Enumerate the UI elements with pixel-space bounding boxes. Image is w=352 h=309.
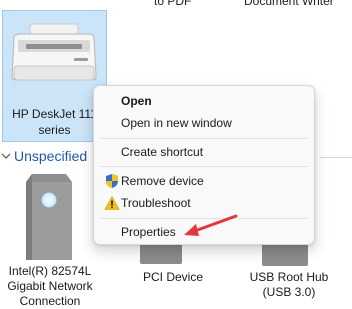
- section-header-unspecified[interactable]: Unspecified: [0, 146, 87, 166]
- section-title: Unspecified: [14, 148, 88, 164]
- printer-icon: [11, 23, 97, 81]
- menu-item-properties-label: Properties: [121, 225, 176, 239]
- menu-item-remove-device-label: Remove device: [121, 174, 204, 188]
- menu-item-create-shortcut[interactable]: Create shortcut: [100, 141, 308, 163]
- menu-separator: [100, 138, 308, 139]
- menu-item-open-label: Open: [121, 94, 152, 108]
- menu-separator-2: [100, 166, 308, 167]
- chevron-down-icon[interactable]: [0, 150, 12, 162]
- menu-item-remove-device[interactable]: Remove device: [100, 170, 308, 192]
- menu-item-open-new-window-label: Open in new window: [121, 116, 232, 130]
- device-label-usb-hub: USB Root Hub (USB 3.0): [249, 270, 329, 299]
- uac-shield-icon: [106, 174, 118, 188]
- warning-icon: [104, 195, 120, 210]
- section-divider: [320, 157, 352, 158]
- printer-label-partial: to PDF: [154, 0, 192, 8]
- printer-label: HP DeskJet 111 series: [12, 107, 97, 137]
- device-label-network: Intel(R) 82574L Gigabit Network Connecti…: [7, 264, 93, 308]
- annotation-arrow-icon: [184, 214, 238, 236]
- menu-item-create-shortcut-label: Create shortcut: [121, 145, 204, 159]
- server-icon[interactable]: [24, 172, 74, 262]
- printer-label-partial-2: Document Writer: [244, 0, 334, 8]
- menu-item-open-new-window[interactable]: Open in new window: [100, 112, 308, 134]
- device-label-pci: PCI Device: [142, 270, 204, 284]
- menu-item-open[interactable]: Open: [100, 90, 308, 112]
